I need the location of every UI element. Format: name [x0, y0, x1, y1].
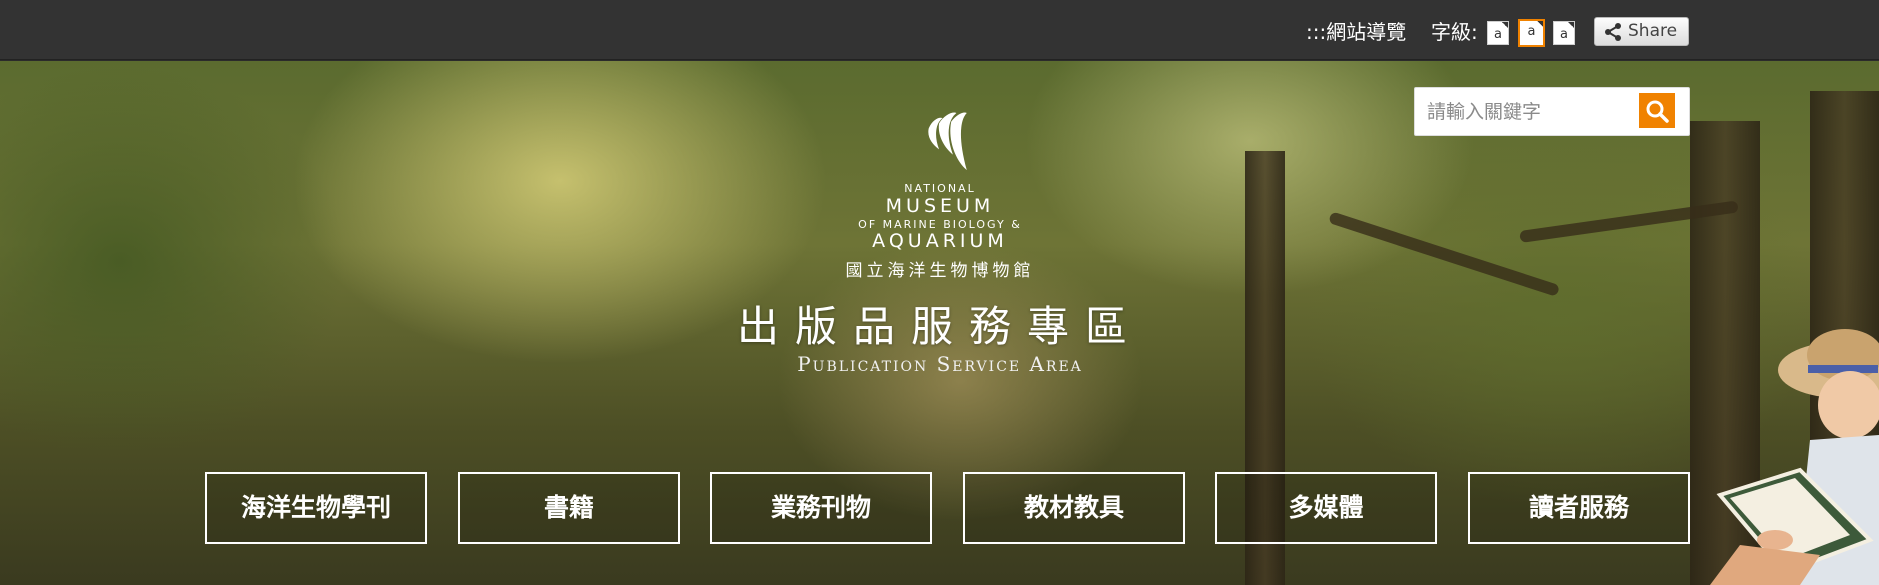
nav-item-books[interactable]: 書籍	[458, 472, 680, 544]
tree-branch	[1328, 211, 1561, 297]
font-size-medium-button[interactable]: a	[1518, 19, 1545, 47]
font-size-small-button[interactable]: a	[1487, 21, 1509, 45]
hero-banner: NATIONAL MUSEUM OF MARINE BIOLOGY & AQUA…	[0, 61, 1879, 585]
page-title: 出版品服務專區	[736, 302, 1143, 351]
logo-text-chinese: 國立海洋生物博物館	[845, 261, 1035, 281]
share-button[interactable]: Share	[1594, 17, 1689, 46]
font-size-large-button[interactable]: a	[1553, 21, 1575, 45]
museum-logo[interactable]: NATIONAL MUSEUM OF MARINE BIOLOGY & AQUA…	[820, 100, 1060, 281]
sitemap-link[interactable]: :::網站導覽	[1306, 16, 1406, 45]
search-input[interactable]	[1427, 97, 1627, 127]
logo-text-national: NATIONAL	[904, 182, 976, 195]
font-size-label: 字級:	[1431, 20, 1478, 44]
nav-item-business-publications[interactable]: 業務刊物	[710, 472, 932, 544]
share-label: Share	[1628, 21, 1678, 41]
nav-item-marine-biology-journal[interactable]: 海洋生物學刊	[205, 472, 427, 544]
search-icon	[1646, 100, 1669, 123]
nav-item-reader-services[interactable]: 讀者服務	[1468, 472, 1690, 544]
museum-logo-icon	[928, 112, 967, 171]
page-subtitle: Publication Service Area	[797, 352, 1083, 376]
top-bar: :::網站導覽 字級: a a a Share	[0, 0, 1879, 60]
nav-item-teaching-materials[interactable]: 教材教具	[963, 472, 1185, 544]
logo-text-museum: MUSEUM	[885, 195, 995, 217]
logo-text-aquarium: AQUARIUM	[872, 230, 1008, 252]
nav-item-multimedia[interactable]: 多媒體	[1215, 472, 1437, 544]
search-button[interactable]	[1639, 93, 1675, 128]
share-icon	[1605, 23, 1621, 41]
